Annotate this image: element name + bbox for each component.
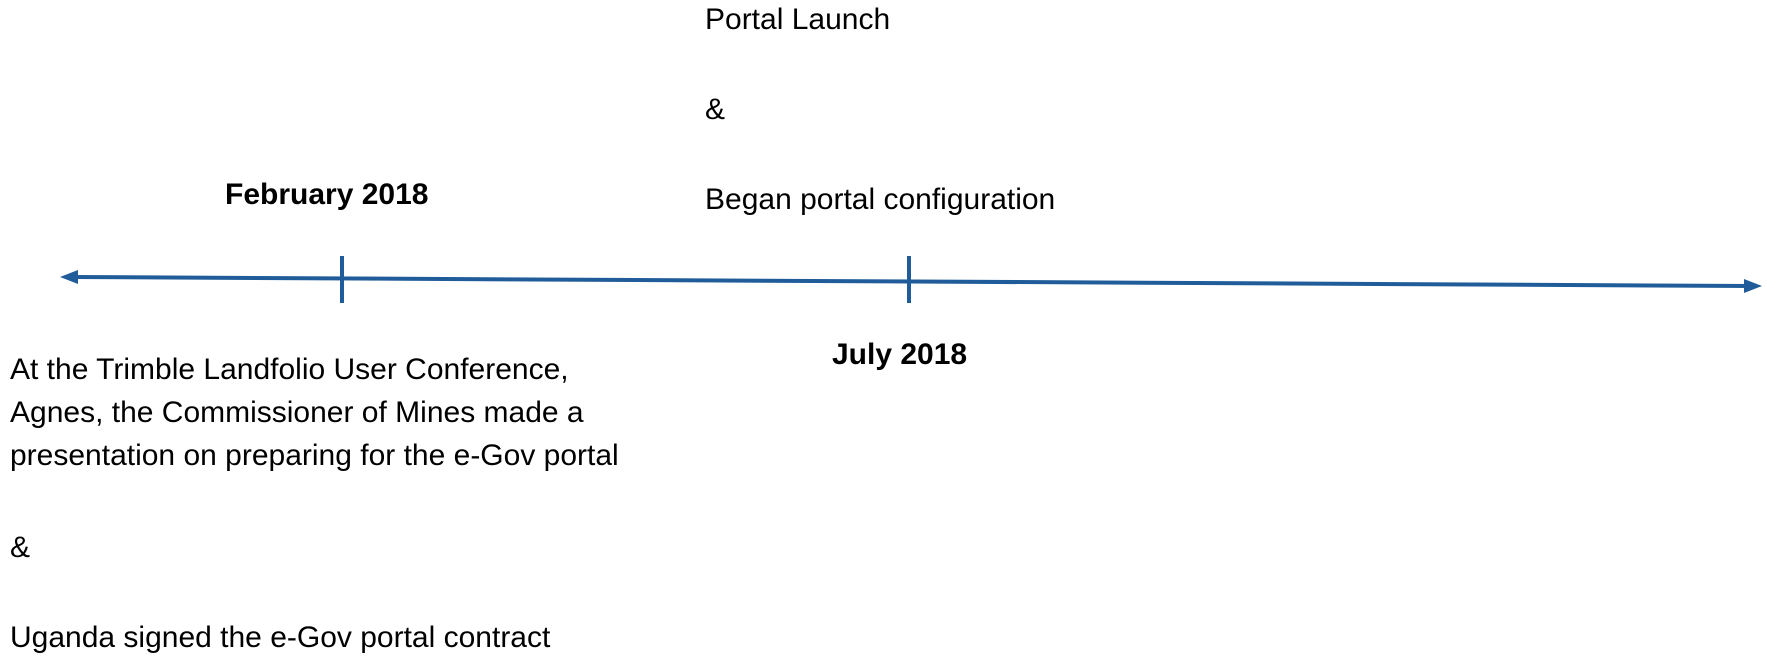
- left-arrowhead: [60, 270, 78, 284]
- timeline-axis: [71, 275, 1753, 288]
- february-event-text: At the Trimble Landfolio User Conference…: [10, 353, 569, 386]
- february-event-text: Uganda signed the e-Gov portal contract: [10, 621, 551, 654]
- february-event-text: presentation on preparing for the e-Gov …: [10, 439, 619, 472]
- july-event-text: Began portal configuration: [705, 183, 1056, 216]
- timeline-diagram: [60, 256, 1762, 303]
- july-event-text: &: [705, 93, 726, 126]
- july-event-text: Portal Launch: [705, 3, 891, 36]
- february-event-text: &: [10, 531, 31, 564]
- february-date-label: February 2018: [225, 178, 429, 211]
- february-event-text: Agnes, the Commissioner of Mines made a: [10, 396, 584, 429]
- right-arrowhead: [1744, 279, 1762, 293]
- july-date-label: July 2018: [832, 338, 968, 371]
